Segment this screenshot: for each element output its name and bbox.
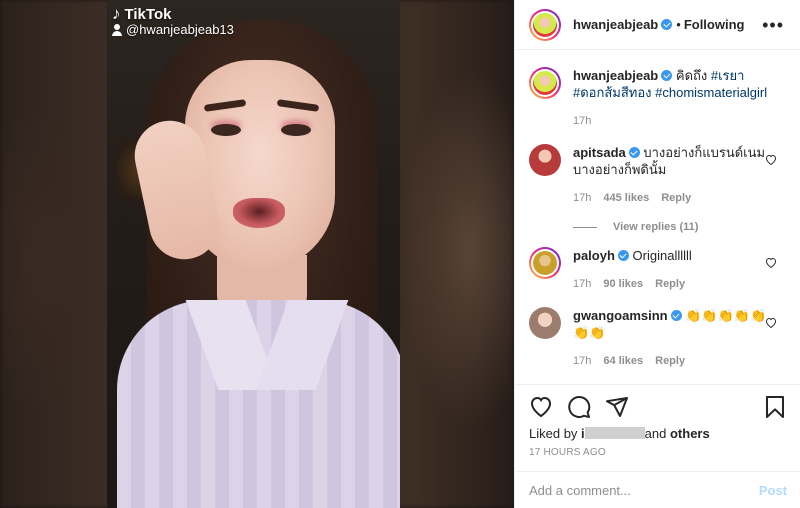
hashtag-link[interactable]: #ดอกส้มสีทอง xyxy=(573,85,652,100)
comment-content: Originallllll xyxy=(632,248,692,263)
more-options-icon[interactable]: ••• xyxy=(762,16,784,34)
post-side-panel: hwanjeabjeab • Following ••• hwanjeabjea… xyxy=(514,0,800,508)
author-username[interactable]: hwanjeabjeab xyxy=(573,17,658,32)
commenter-avatar[interactable] xyxy=(529,247,561,279)
comment-text: paloyh Originallllll xyxy=(573,247,773,264)
commenter-avatar[interactable] xyxy=(529,307,561,339)
reply-button[interactable]: Reply xyxy=(661,190,691,207)
commenter-avatar[interactable] xyxy=(529,144,561,176)
author-avatar[interactable] xyxy=(529,8,561,41)
comment-meta: 17h 64 likes Reply xyxy=(573,353,773,370)
comment-time[interactable]: 17h xyxy=(573,353,591,370)
avatar-image xyxy=(533,12,557,37)
comment-username[interactable]: gwangoamsinn xyxy=(573,308,668,323)
header-separator: • xyxy=(676,17,681,32)
post-header: hwanjeabjeab • Following ••• xyxy=(515,0,800,50)
tiktok-brand-text: TikTok xyxy=(124,5,172,23)
comment-meta: 17h 445 likes Reply xyxy=(573,190,773,207)
tiktok-logo-icon: ♪ xyxy=(112,4,121,23)
comment-text: gwangoamsinn 👏👏👏👏👏👏👏 xyxy=(573,307,773,341)
heart-icon[interactable] xyxy=(529,395,553,419)
caption-username[interactable]: hwanjeabjeab xyxy=(573,68,658,83)
following-button[interactable]: Following xyxy=(684,17,745,32)
post-actions: Liked by i and others 17 HOURS AGO xyxy=(515,384,800,458)
comment-icon[interactable] xyxy=(567,395,591,419)
comments-list[interactable]: hwanjeabjeab คิดถึง #เรยา #ดอกส้มสีทอง #… xyxy=(515,51,800,384)
post-timestamp[interactable]: 17 HOURS AGO xyxy=(529,447,787,458)
avatar-image xyxy=(529,144,561,176)
tiktok-username-watermark: @hwanjeabjeab13 xyxy=(112,22,234,37)
share-icon[interactable] xyxy=(605,395,629,419)
comment-likes[interactable]: 64 likes xyxy=(603,353,643,370)
verified-badge-icon xyxy=(670,310,682,321)
reply-button[interactable]: Reply xyxy=(655,276,685,293)
comment-meta: 17h 90 likes Reply xyxy=(573,276,773,293)
avatar-image xyxy=(533,71,557,95)
person-lips xyxy=(233,198,285,228)
verified-badge-icon xyxy=(617,250,629,261)
verified-badge-icon xyxy=(661,70,673,81)
comment-row: paloyh Originallllll 17h 90 likes Reply xyxy=(529,247,787,293)
verified-badge-icon xyxy=(661,19,673,30)
post-media[interactable]: ♪ TikTok @hwanjeabjeab13 xyxy=(0,0,514,508)
comment-body: gwangoamsinn 👏👏👏👏👏👏👏 17h 64 likes Reply xyxy=(573,307,773,370)
avatar-image xyxy=(533,251,557,275)
comment-like-heart-icon[interactable] xyxy=(765,317,777,328)
caption-row: hwanjeabjeab คิดถึง #เรยา #ดอกส้มสีทอง #… xyxy=(529,67,787,130)
bookmark-icon[interactable] xyxy=(763,395,787,419)
post-comment-button[interactable]: Post xyxy=(759,483,787,498)
comment-text: apitsada บางอย่างก็แบรนด์เนม บางอย่างก็พ… xyxy=(573,144,773,178)
comment-username[interactable]: apitsada xyxy=(573,145,626,160)
add-comment-bar: Post xyxy=(515,471,800,508)
caption-author-avatar[interactable] xyxy=(529,67,561,99)
add-comment-input[interactable] xyxy=(529,482,759,498)
caption-time[interactable]: 17h xyxy=(573,113,591,130)
comment-row: apitsada บางอย่างก็แบรนด์เนม บางอย่างก็พ… xyxy=(529,144,787,207)
comment-time[interactable]: 17h xyxy=(573,276,591,293)
comment-body: apitsada บางอย่างก็แบรนด์เนม บางอย่างก็พ… xyxy=(573,144,773,207)
video-frame[interactable] xyxy=(107,0,400,508)
reply-button[interactable]: Reply xyxy=(655,353,685,370)
person-shirt xyxy=(117,300,400,508)
comment-time[interactable]: 17h xyxy=(573,190,591,207)
action-icons xyxy=(529,385,787,429)
view-replies-label: View replies (11) xyxy=(613,221,699,233)
comment-body: paloyh Originallllll 17h 90 likes Reply xyxy=(573,247,773,293)
comment-username[interactable]: paloyh xyxy=(573,248,615,263)
comment-likes[interactable]: 445 likes xyxy=(603,190,649,207)
hashtag-link[interactable]: #chomismaterialgirl xyxy=(655,85,767,100)
view-replies-line xyxy=(573,226,597,228)
caption-text: hwanjeabjeab คิดถึง #เรยา #ดอกส้มสีทอง #… xyxy=(573,67,773,101)
comment-row: gwangoamsinn 👏👏👏👏👏👏👏 17h 64 likes Reply xyxy=(529,307,787,370)
tiktok-username-text: @hwanjeabjeab13 xyxy=(126,22,234,37)
user-icon xyxy=(112,23,122,36)
tiktok-watermark: ♪ TikTok xyxy=(112,4,171,24)
view-replies-button[interactable]: View replies (11) xyxy=(573,221,787,233)
comment-likes[interactable]: 90 likes xyxy=(603,276,643,293)
caption-plain-text: คิดถึง xyxy=(675,68,711,83)
avatar-image xyxy=(529,307,561,339)
caption-body: hwanjeabjeab คิดถึง #เรยา #ดอกส้มสีทอง #… xyxy=(573,67,773,130)
caption-meta: 17h xyxy=(573,113,773,130)
comment-like-heart-icon[interactable] xyxy=(765,257,777,268)
person-eye-left xyxy=(211,124,241,136)
comment-like-heart-icon[interactable] xyxy=(765,154,777,165)
verified-badge-icon xyxy=(628,147,640,158)
person-eye-right xyxy=(281,124,311,136)
hashtag-link[interactable]: #เรยา xyxy=(711,68,745,83)
